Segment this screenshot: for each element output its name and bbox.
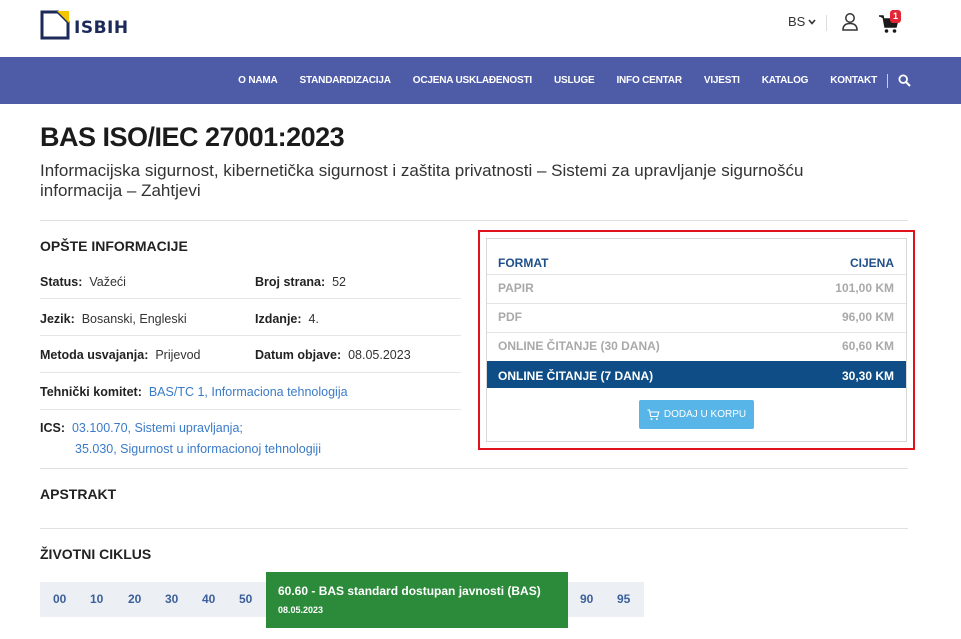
committee-label: Tehnički komitet: bbox=[40, 385, 142, 399]
logo-icon bbox=[40, 10, 70, 40]
lifecycle-stage-95[interactable]: 95 bbox=[617, 592, 630, 606]
ics-label: ICS: bbox=[40, 421, 65, 435]
price-row-papir[interactable]: PAPIR 101,00 KM bbox=[487, 274, 906, 298]
price-table-header: FORMAT CIJENA bbox=[487, 250, 906, 274]
nav-item-kontakt[interactable]: KONTAKT bbox=[830, 75, 877, 86]
info-divider bbox=[40, 372, 461, 373]
search-icon[interactable] bbox=[898, 74, 911, 87]
divider bbox=[40, 528, 908, 529]
price-header: CIJENA bbox=[849, 256, 894, 270]
method-value: Prijevod bbox=[155, 348, 201, 362]
lifecycle-stage-20[interactable]: 20 bbox=[128, 592, 141, 606]
nav-item-katalog[interactable]: KATALOG bbox=[762, 75, 809, 86]
nav-item-usluge[interactable]: USLUGE bbox=[554, 75, 595, 86]
lifecycle-stage-90[interactable]: 90 bbox=[580, 592, 593, 606]
divider bbox=[40, 220, 908, 221]
chevron-down-icon bbox=[808, 18, 816, 25]
nav-item-info-centar[interactable]: INFO CENTAR bbox=[616, 75, 682, 86]
top-divider bbox=[826, 15, 827, 31]
main-navigation: O NAMA STANDARDIZACIJA OCJENA USKLAĐENOS… bbox=[0, 57, 961, 104]
abstract-title[interactable]: APSTRAKT bbox=[40, 486, 116, 502]
lifecycle-stage-00[interactable]: 00 bbox=[53, 592, 66, 606]
add-to-cart-label: DODAJ U KORPU bbox=[663, 409, 747, 420]
lifecycle-stage-30[interactable]: 30 bbox=[165, 592, 178, 606]
price-format: PDF bbox=[498, 310, 522, 324]
nav-item-standardizacija[interactable]: STANDARDIZACIJA bbox=[300, 75, 391, 86]
status-label: Status: bbox=[40, 275, 83, 289]
language-row: Jezik: Bosanski, Engleski bbox=[40, 312, 187, 326]
ics-link-1[interactable]: 03.100.70, Sistemi upravljanja; bbox=[72, 421, 243, 435]
price-format: ONLINE ČITANJE (30 DANA) bbox=[498, 339, 660, 353]
pages-value: 52 bbox=[332, 275, 347, 289]
language-label: Jezik: bbox=[40, 312, 75, 326]
format-header: FORMAT bbox=[498, 256, 549, 270]
method-row: Metoda usvajanja: Prijevod bbox=[40, 348, 201, 362]
price-row-online-7-selected[interactable]: ONLINE ČITANJE (7 DANA) 30,30 KM bbox=[487, 361, 906, 388]
method-label: Metoda usvajanja: bbox=[40, 348, 149, 362]
lifecycle-stage-10[interactable]: 10 bbox=[90, 592, 103, 606]
standard-code: BAS ISO/IEC 27001:2023 bbox=[40, 122, 345, 152]
price-format: ONLINE ČITANJE (7 DANA) bbox=[498, 369, 654, 383]
info-divider bbox=[40, 409, 461, 410]
language-selector[interactable]: BS bbox=[788, 14, 816, 29]
price-format: PAPIR bbox=[498, 281, 534, 295]
lifecycle-stage-50[interactable]: 50 bbox=[239, 592, 252, 606]
nav-item-vijesti[interactable]: VIJESTI bbox=[704, 75, 740, 86]
status-row: Status: Važeći bbox=[40, 275, 126, 289]
lifecycle-active-stage[interactable]: 60.60 - BAS standard dostupan javnosti (… bbox=[266, 572, 568, 628]
committee-row: Tehnički komitet: BAS/TC 1, Informaciona… bbox=[40, 385, 348, 399]
price-row-online-30[interactable]: ONLINE ČITANJE (30 DANA) 60,60 KM bbox=[487, 332, 906, 356]
nav-item-o-nama[interactable]: O NAMA bbox=[238, 75, 278, 86]
price-value: 96,00 KM bbox=[841, 310, 894, 324]
standard-title: Informacijska sigurnost, kibernetička si… bbox=[40, 161, 804, 200]
ics-row-2: 35.030, Sigurnost u informacionoj tehnol… bbox=[75, 442, 321, 456]
info-divider bbox=[40, 335, 461, 336]
active-stage-title: 60.60 - BAS standard dostupan javnosti (… bbox=[278, 584, 541, 598]
language-label: BS bbox=[788, 14, 806, 29]
active-stage-date: 08.05.2023 bbox=[278, 605, 324, 615]
status-value: Važeći bbox=[89, 275, 126, 289]
edition-row: Izdanje: 4. bbox=[255, 312, 319, 326]
nav-items: O NAMA STANDARDIZACIJA OCJENA USKLAĐENOS… bbox=[216, 57, 911, 104]
nav-divider bbox=[887, 73, 888, 88]
pages-row: Broj strana: 52 bbox=[255, 275, 346, 289]
date-row: Datum objave: 08.05.2023 bbox=[255, 348, 411, 362]
language-value: Bosanski, Engleski bbox=[81, 312, 187, 326]
cart-count-badge: 1 bbox=[890, 10, 901, 23]
logo[interactable]: ISBIH bbox=[40, 10, 129, 40]
price-value: 101,00 KM bbox=[835, 281, 894, 295]
logo-text: ISBIH bbox=[74, 18, 129, 38]
general-info-title: OPŠTE INFORMACIJE bbox=[40, 238, 188, 254]
nav-item-ocjena-uskladenosti[interactable]: OCJENA USKLAĐENOSTI bbox=[413, 75, 532, 86]
cart-button[interactable]: 1 bbox=[878, 10, 904, 34]
price-value: 60,60 KM bbox=[841, 339, 894, 353]
ics-row: ICS: 03.100.70, Sistemi upravljanja; bbox=[40, 421, 243, 435]
edition-value: 4. bbox=[308, 312, 319, 326]
cart-icon bbox=[647, 408, 660, 420]
info-divider bbox=[40, 298, 461, 299]
add-to-cart-button[interactable]: DODAJ U KORPU bbox=[639, 400, 754, 429]
date-value: 08.05.2023 bbox=[348, 348, 411, 362]
price-value: 30,30 KM bbox=[841, 369, 894, 383]
user-icon[interactable] bbox=[841, 12, 859, 32]
date-label: Datum objave: bbox=[255, 348, 342, 362]
lifecycle-title: ŽIVOTNI CIKLUS bbox=[40, 546, 152, 562]
edition-label: Izdanje: bbox=[255, 312, 302, 326]
committee-link[interactable]: BAS/TC 1, Informaciona tehnologija bbox=[149, 385, 348, 399]
lifecycle-stage-40[interactable]: 40 bbox=[202, 592, 215, 606]
ics-link-2[interactable]: 35.030, Sigurnost u informacionoj tehnol… bbox=[75, 442, 321, 456]
top-bar: ISBIH BS 1 bbox=[0, 0, 961, 57]
price-row-pdf[interactable]: PDF 96,00 KM bbox=[487, 303, 906, 327]
pages-label: Broj strana: bbox=[255, 275, 326, 289]
divider bbox=[40, 468, 908, 469]
